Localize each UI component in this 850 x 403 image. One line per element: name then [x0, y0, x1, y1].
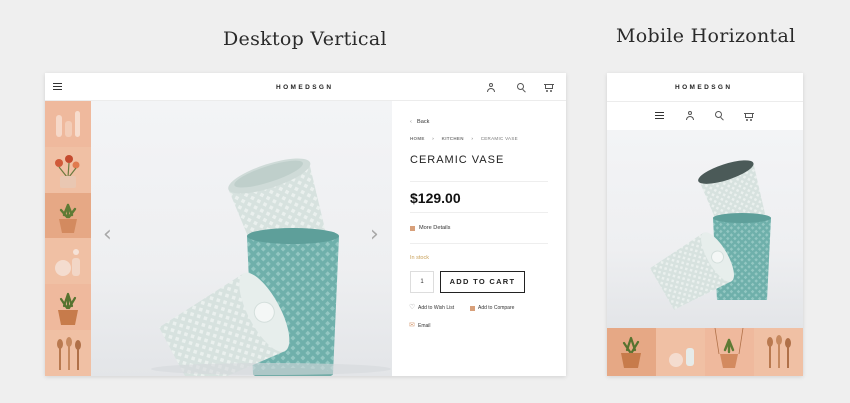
divider [607, 101, 803, 102]
back-arrow-icon[interactable]: ‹ [410, 119, 412, 125]
user-icon[interactable] [686, 111, 694, 120]
mobile-header: HOMEDSGN [607, 73, 803, 130]
back-link[interactable]: Back [417, 119, 429, 125]
hamburger-icon[interactable] [53, 83, 62, 90]
thumbnail-spoons[interactable] [754, 328, 803, 376]
thumbnail-plant-pot[interactable] [607, 328, 656, 376]
quantity-input[interactable]: 1 [410, 271, 434, 293]
thumbnail-succulent[interactable] [45, 192, 91, 239]
brand-logo[interactable]: HOMEDSGN [675, 84, 732, 91]
thumbnail-vases[interactable] [45, 101, 91, 147]
mobile-mockup: HOMEDSGN [607, 73, 803, 376]
stock-status: In stock [410, 255, 429, 261]
product-price: $129.00 [410, 190, 461, 206]
hamburger-icon[interactable] [655, 112, 664, 119]
breadcrumb-kitchen[interactable]: KITCHEN [442, 136, 464, 141]
thumbnail-strip [607, 328, 803, 376]
search-icon[interactable] [517, 83, 526, 93]
details-icon [410, 226, 415, 231]
breadcrumb-home[interactable]: HOME [410, 136, 425, 141]
divider [410, 212, 548, 213]
mobile-caption: Mobile Horizontal [616, 25, 796, 47]
product-title: CERAMIC VASE [410, 154, 505, 166]
thumbnail-plant-pot[interactable] [45, 284, 91, 330]
search-icon[interactable] [715, 111, 724, 121]
more-details-link[interactable]: More Details [419, 225, 450, 231]
thumbnail-spoons[interactable] [45, 330, 91, 376]
cart-icon[interactable] [744, 113, 754, 121]
email-link[interactable]: Email [418, 323, 431, 329]
compare-icon [470, 306, 475, 311]
chevron-left-icon[interactable]: ‹ [103, 222, 112, 247]
divider [410, 243, 548, 244]
thumbnail-ceramics[interactable] [45, 238, 91, 285]
compare-link[interactable]: Add to Compare [478, 305, 514, 311]
product-image: ‹ › [91, 101, 392, 376]
product-details-panel: ‹ Back HOME › KITCHEN › CERAMIC VASE CER… [392, 101, 566, 376]
desktop-caption: Desktop Vertical [223, 28, 387, 50]
heart-icon: ♡ [409, 304, 416, 311]
wishlist-link[interactable]: Add to Wish List [418, 305, 454, 311]
thumbnail-flowers[interactable] [45, 146, 91, 193]
user-icon[interactable] [487, 83, 495, 92]
breadcrumb: HOME › KITCHEN › CERAMIC VASE [410, 136, 524, 141]
thumbnail-strip [45, 101, 91, 376]
brand-logo[interactable]: HOMEDSGN [276, 84, 333, 91]
breadcrumb-current: CERAMIC VASE [480, 136, 518, 141]
cart-icon[interactable] [544, 84, 554, 92]
mail-icon: ✉ [409, 322, 415, 329]
add-to-cart-button[interactable]: ADD TO CART [440, 271, 525, 293]
thumbnail-succulent[interactable] [705, 328, 754, 376]
desktop-mockup: HOMEDSGN ‹ › ‹ Back HOME › KITCHEN › CER… [45, 73, 566, 376]
vase-photo [650, 160, 771, 310]
vase-photo [151, 158, 391, 376]
desktop-header: HOMEDSGN [45, 73, 566, 101]
thumbnail-ceramics[interactable] [656, 328, 705, 376]
product-image [607, 130, 803, 328]
chevron-right-icon[interactable]: › [370, 222, 379, 247]
breadcrumb-separator: › [432, 136, 435, 141]
divider [410, 181, 548, 182]
breadcrumb-separator: › [471, 136, 474, 141]
